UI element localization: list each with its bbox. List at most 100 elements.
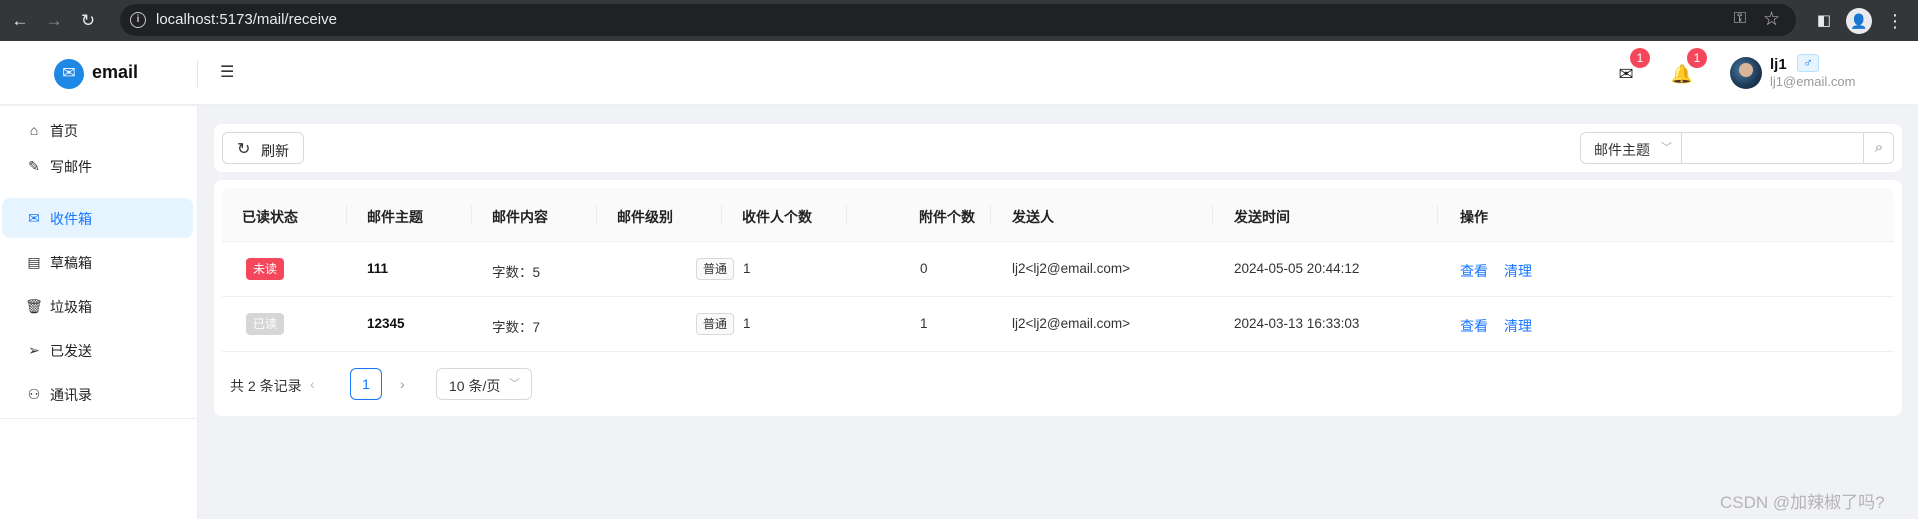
status-badge: 已读	[246, 313, 285, 335]
profile-icon[interactable]: 👤	[1846, 8, 1872, 34]
sidebar: ⌂ 首页 ✎ 写邮件 ✉ 收件箱 ▤ 草稿箱 🗑 垃圾箱 ➢ 已发送 ⚇ 通讯录	[0, 106, 198, 519]
attachments-cell: 0	[920, 261, 928, 276]
sidebar-item-drafts[interactable]: ▤ 草稿箱	[2, 242, 193, 282]
avatar[interactable]	[1730, 57, 1762, 89]
url-text[interactable]: localhost:5173/mail/receive	[156, 11, 337, 28]
table-row[interactable]: 未读 111 字数：5 普通 1 0 lj2<lj2@email.com> 20…	[222, 242, 1894, 297]
sidebar-item-label: 收件箱	[50, 211, 92, 227]
sidebar-item-label: 写邮件	[50, 159, 92, 175]
level-tag: 普通	[696, 313, 735, 335]
user-email: lj1@email.com	[1770, 74, 1856, 89]
column-divider	[1212, 205, 1213, 225]
attachments-cell: 1	[920, 316, 928, 331]
bookmark-star-icon[interactable]: ☆	[1763, 8, 1780, 31]
toolbar: ↻ 刷新 邮件主题 ﹀ ⌕	[214, 124, 1902, 172]
sidebar-item-compose[interactable]: ✎ 写邮件	[2, 146, 193, 186]
sidebar-item-trash[interactable]: 🗑 垃圾箱	[2, 286, 193, 326]
edit-icon: ✎	[28, 158, 40, 174]
sidebar-item-label: 首页	[50, 123, 78, 139]
column-divider	[346, 205, 347, 225]
sidebar-item-label: 通讯录	[50, 387, 92, 403]
sidebar-item-sent[interactable]: ➢ 已发送	[2, 330, 193, 370]
sidebar-item-label: 已发送	[50, 343, 92, 359]
sidebar-item-label: 垃圾箱	[50, 299, 92, 315]
subject-cell: 111	[367, 261, 389, 276]
sender-cell: lj2<lj2@email.com>	[1012, 316, 1130, 331]
sidebar-item-inbox[interactable]: ✉ 收件箱	[2, 198, 193, 238]
time-cell: 2024-05-05 20:44:12	[1234, 261, 1360, 276]
column-header: 发送时间	[1234, 209, 1290, 225]
clean-link[interactable]: 清理	[1504, 261, 1532, 281]
trash-icon: 🗑	[25, 298, 43, 314]
refresh-icon: ↻	[237, 141, 251, 158]
column-divider	[721, 205, 722, 225]
more-menu-icon[interactable]: ⋮	[1886, 9, 1904, 33]
prev-page-icon[interactable]: ‹	[310, 376, 315, 392]
app-header: ✉ email ☰ ✉ 1 🔔 1 lj1 ♂ lj1@email.com	[0, 41, 1918, 105]
home-icon: ⌂	[29, 122, 39, 138]
mail-icon: ✉	[28, 210, 40, 226]
table-row[interactable]: 已读 12345 字数：7 普通 1 1 lj2<lj2@email.com> …	[222, 297, 1894, 352]
status-badge: 未读	[246, 258, 285, 280]
next-page-icon[interactable]: ›	[400, 376, 405, 392]
address-bar[interactable]: i localhost:5173/mail/receive ⚿ ☆	[120, 4, 1796, 36]
pagination-total: 共 2 条记录	[230, 378, 302, 394]
forward-icon[interactable]: →	[42, 9, 66, 33]
watermark: CSDN @加辣椒了吗?	[1720, 493, 1885, 512]
column-header: 邮件内容	[492, 209, 548, 225]
time-cell: 2024-03-13 16:33:03	[1234, 316, 1360, 331]
column-header: 操作	[1460, 209, 1488, 225]
table-header: 已读状态 邮件主题 邮件内容 邮件级别 收件人个数 附件个数 发送人 发送时间 …	[222, 188, 1894, 242]
gender-tag: ♂	[1797, 54, 1819, 72]
logo-mail-icon: ✉	[54, 59, 84, 89]
clean-link[interactable]: 清理	[1504, 316, 1532, 336]
level-tag: 普通	[696, 258, 735, 280]
search-icon[interactable]: ⌕	[1863, 133, 1894, 163]
send-icon: ➢	[28, 342, 40, 358]
search-group: 邮件主题 ﹀ ⌕	[1580, 132, 1894, 164]
side-panel-icon[interactable]: ◧	[1812, 9, 1836, 33]
mail-badge: 1	[1630, 48, 1650, 68]
column-divider	[1437, 205, 1438, 225]
logo-text: email	[92, 62, 139, 82]
column-header: 已读状态	[242, 209, 298, 225]
back-icon[interactable]: ←	[8, 9, 32, 33]
column-header: 发送人	[1012, 209, 1054, 225]
password-key-icon[interactable]: ⚿	[1734, 10, 1746, 28]
subject-cell: 12345	[367, 316, 405, 331]
sidebar-divider	[0, 418, 197, 419]
sidebar-item-label: 草稿箱	[50, 255, 92, 271]
browser-toolbar: ← → ↻ i localhost:5173/mail/receive ⚿ ☆ …	[0, 0, 1918, 41]
chevron-down-icon: ﹀	[1661, 142, 1672, 154]
refresh-button[interactable]: ↻ 刷新	[222, 132, 304, 164]
page-size-value: 10 条/页	[449, 378, 501, 394]
column-header: 附件个数	[919, 209, 975, 225]
column-header: 收件人个数	[742, 209, 812, 225]
content-cell: 字数：5	[492, 265, 541, 280]
header-divider	[197, 61, 198, 87]
sender-cell: lj2<lj2@email.com>	[1012, 261, 1130, 276]
username[interactable]: lj1	[1770, 56, 1787, 73]
column-header: 邮件主题	[367, 209, 423, 225]
column-divider	[846, 205, 847, 225]
column-header: 邮件级别	[617, 209, 673, 225]
column-divider	[990, 205, 991, 225]
recipients-cell: 1	[743, 261, 751, 276]
search-input[interactable]	[1683, 134, 1863, 162]
search-field-select[interactable]: 邮件主题 ﹀	[1581, 133, 1682, 163]
view-link[interactable]: 查看	[1460, 261, 1488, 281]
reload-icon[interactable]: ↻	[76, 9, 100, 33]
column-divider	[471, 205, 472, 225]
view-link[interactable]: 查看	[1460, 316, 1488, 336]
recipients-cell: 1	[743, 316, 751, 331]
draft-icon: ▤	[27, 254, 41, 270]
mail-table: 已读状态 邮件主题 邮件内容 邮件级别 收件人个数 附件个数 发送人 发送时间 …	[214, 180, 1902, 416]
page-number[interactable]: 1	[350, 368, 382, 400]
content-cell: 字数：7	[492, 320, 541, 335]
menu-collapse-icon[interactable]: ☰	[220, 61, 240, 85]
search-field-value: 邮件主题	[1594, 142, 1650, 158]
sidebar-item-contacts[interactable]: ⚇ 通讯录	[2, 374, 193, 414]
page-size-select[interactable]: 10 条/页 ﹀	[436, 368, 532, 400]
sidebar-item-home[interactable]: ⌂ 首页	[2, 110, 193, 150]
site-info-icon[interactable]: i	[130, 12, 146, 28]
